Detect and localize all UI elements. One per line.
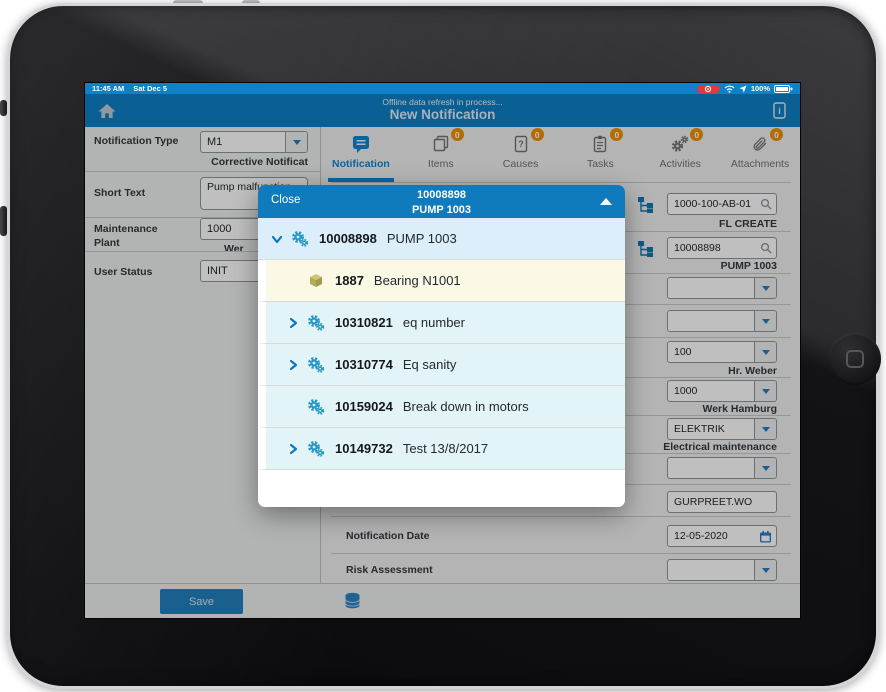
tree-row-10159024[interactable]: 10159024 Break down in motors [258, 386, 625, 428]
tree-node-desc: eq number [403, 315, 465, 330]
equipment-hierarchy-dialog: Close 10008898 PUMP 1003 10008898 PUMP 1… [258, 185, 625, 507]
tree-row-10310774[interactable]: 10310774 Eq sanity [258, 344, 625, 386]
status-bar: 11:45 AM Sat Dec 5 100% [85, 83, 800, 94]
app-screen: 11:45 AM Sat Dec 5 100% Offline data ref… [85, 83, 800, 618]
equipment-gears-icon [307, 314, 325, 332]
tree-node-id: 10310774 [335, 357, 393, 372]
home-button-hardware[interactable] [829, 333, 881, 385]
tree-node-id: 10149732 [335, 441, 393, 456]
equipment-gears-icon [307, 356, 325, 374]
battery-percent: 100% [751, 84, 770, 93]
dialog-title-line2: PUMP 1003 [258, 203, 625, 218]
dialog-title-line1: 10008898 [258, 188, 625, 203]
dialog-close-button[interactable]: Close [271, 194, 300, 206]
wifi-icon [724, 85, 735, 93]
dialog-header: Close 10008898 PUMP 1003 [258, 185, 625, 218]
tree-node-id: 1887 [335, 273, 364, 288]
recording-indicator-icon [697, 85, 720, 93]
chevron-down-icon[interactable] [270, 232, 284, 246]
tree-node-desc: Break down in motors [403, 399, 529, 414]
chevron-right-icon[interactable] [286, 316, 300, 330]
material-cube-icon [307, 272, 325, 290]
collapse-arrow-icon[interactable] [600, 198, 612, 205]
chevron-right-icon[interactable] [286, 442, 300, 456]
location-icon [739, 85, 747, 93]
tree-row-1887[interactable]: 1887 Bearing N1001 [258, 260, 625, 302]
tree-node-desc: Bearing N1001 [374, 273, 461, 288]
equipment-gears-icon [307, 440, 325, 458]
side-switch [0, 100, 7, 116]
tree-row-10310821[interactable]: 10310821 eq number [258, 302, 625, 344]
chevron-right-icon[interactable] [286, 358, 300, 372]
tree-node-desc: Test 13/8/2017 [403, 441, 488, 456]
tree-node-desc: PUMP 1003 [387, 231, 457, 246]
side-volume-rocker [0, 206, 7, 236]
equipment-gears-icon [291, 230, 309, 248]
status-time: 11:45 AM [92, 84, 124, 93]
status-date: Sat Dec 5 [133, 84, 167, 93]
tree-node-id: 10008898 [319, 231, 377, 246]
tree-node-id: 10310821 [335, 315, 393, 330]
tree-node-id: 10159024 [335, 399, 393, 414]
ipad-mockup: 11:45 AM Sat Dec 5 100% Offline data ref… [0, 0, 886, 692]
tree-row-10008898[interactable]: 10008898 PUMP 1003 [258, 218, 625, 260]
dialog-title: 10008898 PUMP 1003 [258, 185, 625, 217]
battery-icon [774, 85, 793, 93]
tree-node-desc: Eq sanity [403, 357, 456, 372]
tree-row-10149732[interactable]: 10149732 Test 13/8/2017 [258, 428, 625, 470]
equipment-gears-icon [307, 398, 325, 416]
